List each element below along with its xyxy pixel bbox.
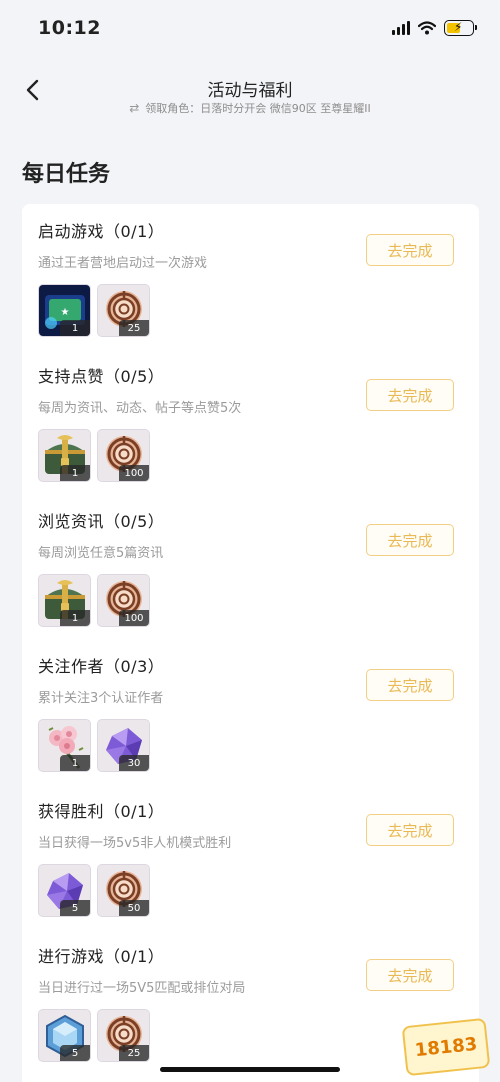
role-switch[interactable]: ⇄ 领取角色：日落时分开会 微信90区 至尊星耀II <box>0 100 500 116</box>
bronze-token-icon[interactable]: 100 <box>97 429 150 482</box>
reward-count: 50 <box>119 900 149 916</box>
task-row: 支持点赞（0/5） 每周为资讯、动态、帖子等点赞5次 去完成 1 100 <box>22 349 479 494</box>
task-title: 支持点赞（0/5） <box>38 367 165 386</box>
task-description: 当日进行过一场5V5匹配或排位对局 <box>38 981 246 996</box>
task-description: 每周浏览任意5篇资讯 <box>38 546 164 561</box>
reward-count: 1 <box>60 465 90 481</box>
reward-count: 30 <box>119 755 149 771</box>
svg-text:★: ★ <box>61 307 70 318</box>
nav-bar: 活动与福利 ⇄ 领取角色：日落时分开会 微信90区 至尊星耀II <box>0 56 500 126</box>
reward-count: 25 <box>119 320 149 336</box>
reward-list: 1 100 <box>38 429 150 482</box>
status-time: 10:12 <box>38 17 101 39</box>
purple-crystal-icon[interactable]: 30 <box>97 719 150 772</box>
reward-list: 1 100 <box>38 574 150 627</box>
cellular-signal-icon <box>392 21 410 35</box>
role-subtitle: 领取角色：日落时分开会 微信90区 至尊星耀II <box>145 102 371 115</box>
task-row: 获得胜利（0/1） 当日获得一场5v5非人机模式胜利 去完成 5 50 <box>22 784 479 929</box>
task-card: 启动游戏（0/1） 通过王者营地启动过一次游戏 去完成 ★ 1 25 支持点赞（0/5） 每周… <box>22 204 479 1082</box>
reward-count: 5 <box>60 1045 90 1061</box>
task-title: 启动游戏（0/1） <box>38 222 165 241</box>
reward-list: ★ 1 25 <box>38 284 150 337</box>
task-title: 浏览资讯（0/5） <box>38 512 165 531</box>
treasure-chest-icon[interactable]: 1 <box>38 429 91 482</box>
reward-count: 1 <box>60 610 90 626</box>
reward-count: 1 <box>60 320 90 336</box>
task-description: 通过王者营地启动过一次游戏 <box>38 256 208 271</box>
section-title: 每日任务 <box>22 162 111 187</box>
reward-count: 100 <box>119 610 149 626</box>
reward-list: 5 25 <box>38 1009 150 1062</box>
task-title: 获得胜利（0/1） <box>38 802 165 821</box>
reward-count: 25 <box>119 1045 149 1061</box>
blue-crystal-icon[interactable]: 5 <box>38 1009 91 1062</box>
task-title: 进行游戏（0/1） <box>38 947 165 966</box>
complete-task-button[interactable]: 去完成 <box>366 524 454 556</box>
reward-count: 1 <box>60 755 90 771</box>
status-icons: ⚡ <box>392 20 477 36</box>
complete-task-button[interactable]: 去完成 <box>366 234 454 266</box>
bronze-token-icon[interactable]: 25 <box>97 1009 150 1062</box>
complete-task-button[interactable]: 去完成 <box>366 669 454 701</box>
treasure-chest-icon[interactable]: 1 <box>38 574 91 627</box>
swap-icon: ⇄ <box>129 101 140 115</box>
battery-icon: ⚡ <box>444 20 477 36</box>
complete-task-button[interactable]: 去完成 <box>366 814 454 846</box>
home-indicator <box>160 1067 340 1072</box>
task-row: 关注作者（0/3） 累计关注3个认证作者 去完成 1 30 <box>22 639 479 784</box>
watermark-logo: 18183 <box>401 1017 491 1077</box>
task-description: 每周为资讯、动态、帖子等点赞5次 <box>38 401 242 416</box>
bronze-token-icon[interactable]: 50 <box>97 864 150 917</box>
complete-task-button[interactable]: 去完成 <box>366 379 454 411</box>
task-row: 浏览资讯（0/5） 每周浏览任意5篇资讯 去完成 1 100 <box>22 494 479 639</box>
rose-bouquet-icon[interactable]: 1 <box>38 719 91 772</box>
reward-count: 100 <box>119 465 149 481</box>
bronze-token-icon[interactable]: 25 <box>97 284 150 337</box>
page-title: 活动与福利 <box>207 81 293 101</box>
reward-list: 1 30 <box>38 719 150 772</box>
emblem-card-icon[interactable]: ★ 1 <box>38 284 91 337</box>
purple-crystal-icon[interactable]: 5 <box>38 864 91 917</box>
complete-task-button[interactable]: 去完成 <box>366 959 454 991</box>
reward-count: 5 <box>60 900 90 916</box>
bronze-token-icon[interactable]: 100 <box>97 574 150 627</box>
reward-list: 5 50 <box>38 864 150 917</box>
wifi-icon <box>418 21 436 35</box>
task-description: 累计关注3个认证作者 <box>38 691 164 706</box>
status-bar: 10:12 ⚡ <box>0 0 500 56</box>
task-row: 启动游戏（0/1） 通过王者营地启动过一次游戏 去完成 ★ 1 25 <box>22 204 479 349</box>
task-title: 关注作者（0/3） <box>38 657 165 676</box>
task-description: 当日获得一场5v5非人机模式胜利 <box>38 836 232 851</box>
